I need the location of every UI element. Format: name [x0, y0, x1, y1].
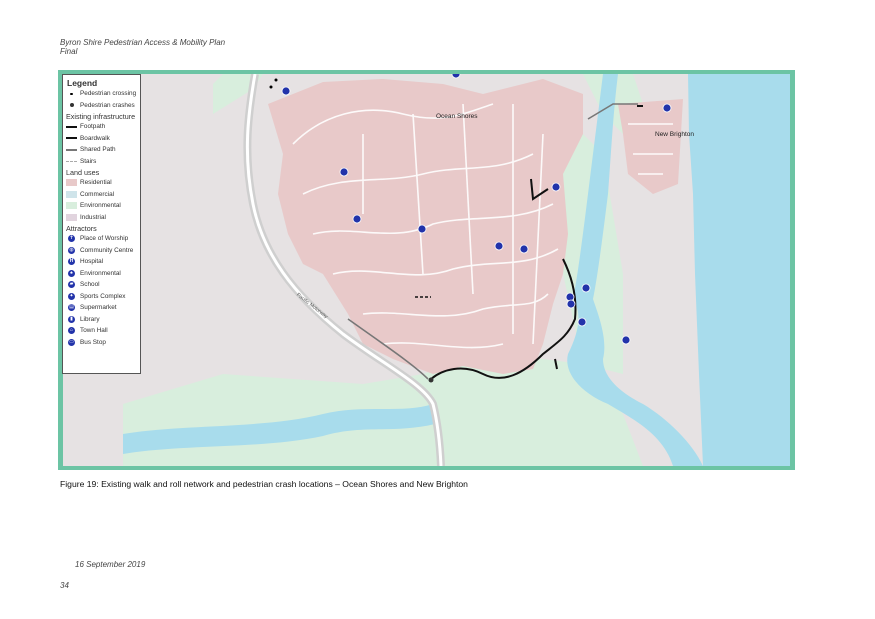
- crash-dot-icon: [69, 103, 74, 108]
- legend-item-footpath: Footpath: [63, 121, 140, 133]
- legend-section-infrastructure: Existing infrastructure: [66, 112, 136, 121]
- sports-icon: ✦: [68, 292, 75, 300]
- legend-item-boardwalk: Boardwalk: [63, 133, 140, 145]
- legend-item-environmental-land: Environmental: [63, 200, 140, 212]
- legend-item-environmental-attractor: ♠ Environmental: [63, 268, 140, 280]
- legend-item-supermarket: ▤ Supermarket: [68, 304, 117, 312]
- hospital-icon: H: [68, 258, 75, 266]
- town-hall-icon: ⌂: [68, 327, 75, 335]
- legend-item-hospital: H Hospital: [68, 258, 104, 266]
- industrial-swatch: [66, 213, 77, 221]
- legend-item-library: ▮ Library: [63, 314, 140, 326]
- document-header-status: Final: [60, 47, 78, 56]
- worship-icon: ✝: [68, 235, 75, 243]
- environmental-icon: ♠: [68, 269, 75, 277]
- legend-item-stairs: Stairs: [63, 156, 140, 168]
- legend-item-shared-path: Shared Path: [63, 144, 140, 156]
- legend-item-residential: Residential: [63, 177, 140, 189]
- legend-item-pedestrian-crashes: Pedestrian crashes: [63, 100, 140, 112]
- document-header-title: Byron Shire Pedestrian Access & Mobility…: [60, 38, 226, 47]
- pedestrian-crossing-dot: [269, 85, 273, 89]
- hospital-icon: [577, 317, 587, 327]
- ocean: [688, 74, 790, 466]
- place-label-new-brighton: New Brighton: [655, 131, 695, 138]
- commercial-swatch: [66, 190, 77, 198]
- pedestrian-crash-dot: [428, 377, 434, 383]
- figure-caption: Figure 19: Existing walk and roll networ…: [60, 479, 468, 489]
- legend-item-industrial: Industrial: [63, 212, 140, 224]
- shared-path-line-icon: [66, 148, 77, 151]
- legend-item-school: ▰ School: [68, 281, 100, 289]
- legend-title: Legend: [67, 78, 98, 88]
- town-hall-icon: [566, 299, 576, 309]
- bus-stop-icon: ▭: [68, 338, 75, 346]
- map-frame: [58, 70, 795, 470]
- footpath-line-icon: [66, 125, 77, 128]
- environmental-swatch: [66, 202, 77, 210]
- stairs-line-icon: [66, 160, 77, 162]
- supermarket-icon: ▤: [68, 304, 75, 312]
- legend-item-pedestrian-crossing: Pedestrian crossing: [63, 88, 140, 100]
- place-label-ocean-shores: Ocean Shores: [436, 113, 478, 120]
- legend-item-town-hall: ⌂ Town Hall: [68, 327, 108, 335]
- legend-item-sports-complex: ✦ Sports Complex: [68, 292, 126, 300]
- pedestrian-crossing-dot: [274, 78, 278, 82]
- legend-item-community-centre: ◍ Community Centre: [68, 246, 134, 254]
- library-icon: ▮: [68, 315, 75, 323]
- legend-section-land-uses: Land uses: [66, 168, 100, 177]
- school-icon: ▰: [68, 281, 75, 289]
- legend-section-attractors: Attractors: [66, 224, 97, 233]
- map-legend: Legend Pedestrian crossing Pedestrian cr…: [62, 74, 141, 374]
- legend-item-bus-stop: ▭ Bus Stop: [68, 338, 106, 346]
- footer-date: 16 September 2019: [75, 560, 146, 569]
- boardwalk-line-icon: [66, 137, 77, 140]
- environmental-icon: [621, 335, 631, 345]
- legend-item-commercial: Commercial: [63, 189, 140, 201]
- page-number: 34: [60, 581, 69, 590]
- legend-item-place-of-worship: ✝ Place of Worship: [68, 235, 129, 243]
- small-dot-icon: [70, 92, 73, 95]
- community-icon: ◍: [68, 246, 75, 254]
- residential-swatch: [66, 179, 77, 187]
- supermarket-icon: [581, 283, 591, 293]
